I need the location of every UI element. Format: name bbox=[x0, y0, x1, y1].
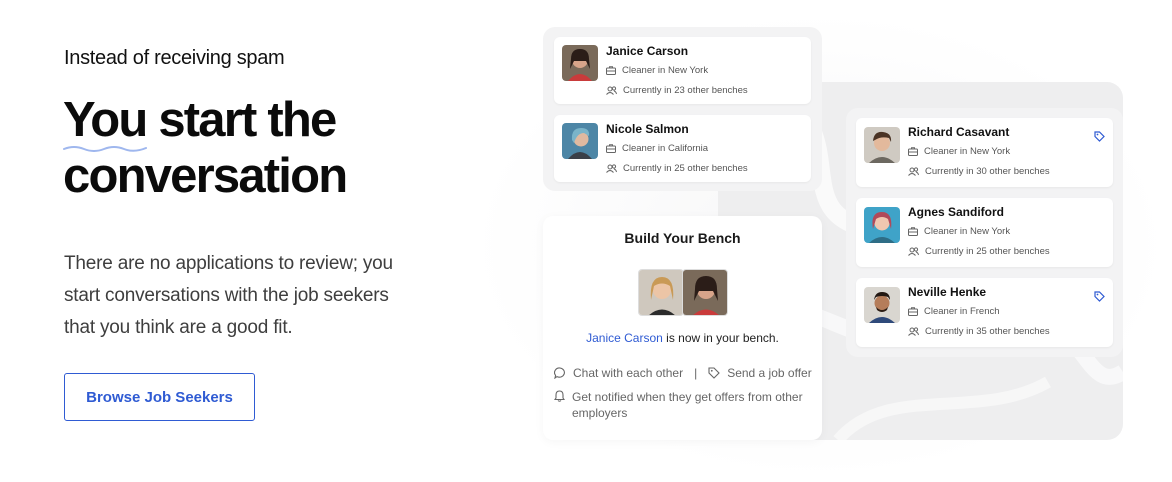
profile-benches-row: Currently in 25 other benches bbox=[606, 163, 748, 174]
profile-name: Neville Henke bbox=[908, 285, 987, 299]
briefcase-icon bbox=[908, 147, 918, 156]
eyebrow-text: Instead of receiving spam bbox=[64, 47, 285, 69]
tag-icon bbox=[708, 367, 720, 379]
profile-benches: Currently in 25 other benches bbox=[623, 163, 748, 174]
profile-role-row: Cleaner in French bbox=[908, 306, 1000, 317]
people-icon bbox=[908, 167, 919, 176]
bench-avatar-group bbox=[638, 269, 728, 316]
profile-role-row: Cleaner in New York bbox=[908, 226, 1010, 237]
tag-icon[interactable] bbox=[1094, 291, 1105, 302]
bench-feature-row: Chat with each other | Send a job offer bbox=[554, 366, 812, 380]
profile-card-neville[interactable]: Neville Henke Cleaner in French Currentl… bbox=[856, 278, 1113, 347]
briefcase-icon bbox=[908, 227, 918, 236]
briefcase-icon bbox=[908, 307, 918, 316]
added-profile-link[interactable]: Janice Carson bbox=[586, 331, 663, 345]
profile-benches-row: Currently in 25 other benches bbox=[908, 246, 1050, 257]
profile-role: Cleaner in New York bbox=[622, 65, 709, 76]
people-icon bbox=[908, 247, 919, 256]
feature-separator: | bbox=[694, 366, 698, 380]
profile-role: Cleaner in California bbox=[622, 143, 709, 154]
people-icon bbox=[606, 86, 617, 95]
browse-job-seekers-button[interactable]: Browse Job Seekers bbox=[64, 373, 255, 421]
profile-benches-row: Currently in 23 other benches bbox=[606, 85, 748, 96]
bench-title: Build Your Bench bbox=[624, 230, 741, 246]
avatar bbox=[562, 45, 598, 81]
people-icon bbox=[606, 164, 617, 173]
headline-line1-rest: start the bbox=[146, 93, 337, 147]
bench-confirmation: Janice Carson is now in your bench. bbox=[543, 331, 822, 345]
feature-notify: Get notified when they get offers from o… bbox=[572, 390, 803, 420]
bench-notify-row: Get notified when they get offers from o… bbox=[554, 389, 804, 421]
build-bench-card: Build Your Bench Janice Carson is now in… bbox=[543, 216, 822, 440]
profile-card-janice[interactable]: Janice Carson Cleaner in New York Curren… bbox=[554, 37, 811, 104]
profile-benches: Currently in 23 other benches bbox=[623, 85, 748, 96]
chat-bubble-icon bbox=[554, 367, 565, 379]
feature-offer: Send a job offer bbox=[727, 366, 812, 380]
tag-icon[interactable] bbox=[1094, 131, 1105, 142]
profile-role-row: Cleaner in New York bbox=[908, 146, 1010, 157]
avatar bbox=[864, 207, 900, 243]
headline-word-you: You bbox=[63, 93, 148, 147]
headline: You start the conversation bbox=[63, 92, 348, 204]
avatar bbox=[682, 269, 728, 316]
feature-chat: Chat with each other bbox=[573, 366, 684, 380]
avatar bbox=[562, 123, 598, 159]
avatar bbox=[864, 287, 900, 323]
profile-benches-row: Currently in 35 other benches bbox=[908, 326, 1050, 337]
profiles-panel-right: Richard Casavant Cleaner in New York Cur… bbox=[846, 108, 1123, 357]
profile-benches-row: Currently in 30 other benches bbox=[908, 166, 1050, 177]
briefcase-icon bbox=[606, 144, 616, 153]
profile-card-nicole[interactable]: Nicole Salmon Cleaner in California Curr… bbox=[554, 115, 811, 182]
profiles-panel-left: Janice Carson Cleaner in New York Curren… bbox=[543, 27, 822, 191]
bench-confirmation-suffix: is now in your bench. bbox=[662, 331, 779, 345]
profile-card-richard[interactable]: Richard Casavant Cleaner in New York Cur… bbox=[856, 118, 1113, 187]
profile-role-row: Cleaner in California bbox=[606, 143, 708, 154]
avatar bbox=[638, 269, 684, 316]
profile-benches: Currently in 35 other benches bbox=[925, 326, 1050, 337]
people-icon bbox=[908, 327, 919, 336]
avatar bbox=[864, 127, 900, 163]
profile-name: Janice Carson bbox=[606, 44, 689, 58]
profile-benches: Currently in 25 other benches bbox=[925, 246, 1050, 257]
headline-line2: conversation bbox=[63, 149, 348, 203]
profile-name: Richard Casavant bbox=[908, 125, 1010, 139]
profile-role: Cleaner in French bbox=[924, 306, 1000, 317]
profile-name: Nicole Salmon bbox=[606, 122, 689, 136]
headline-highlight: You bbox=[63, 92, 148, 152]
profile-benches: Currently in 30 other benches bbox=[925, 166, 1050, 177]
profile-role: Cleaner in New York bbox=[924, 146, 1011, 157]
profile-card-agnes[interactable]: Agnes Sandiford Cleaner in New York Curr… bbox=[856, 198, 1113, 267]
profile-role-row: Cleaner in New York bbox=[606, 65, 708, 76]
profile-role: Cleaner in New York bbox=[924, 226, 1011, 237]
briefcase-icon bbox=[606, 66, 616, 75]
bell-icon bbox=[554, 390, 565, 402]
squiggle-underline-icon bbox=[63, 146, 147, 152]
profile-name: Agnes Sandiford bbox=[908, 205, 1005, 219]
body-copy: There are no applications to review; you… bbox=[64, 253, 393, 338]
